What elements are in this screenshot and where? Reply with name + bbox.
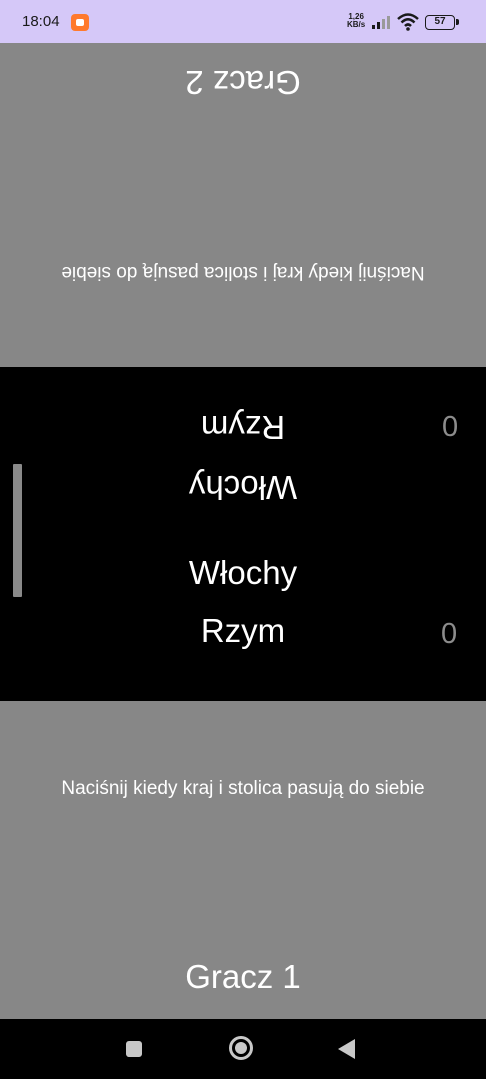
wifi-icon [397,13,419,31]
player2-name: Gracz 2 [185,64,301,101]
status-bar: 18:04 1,26 KB/s 57 [0,0,486,43]
recents-icon[interactable] [126,1041,142,1057]
player1-name: Gracz 1 [185,958,301,995]
home-icon[interactable] [229,1036,253,1060]
player2-hint: Naciśnij kiedy kraj i stolica pasują do … [61,262,425,283]
status-time: 18:04 [22,13,60,30]
player1-hint: Naciśnij kiedy kraj i stolica pasują do … [61,778,425,799]
game-board: 0 Rzym Włochy Włochy Rzym 0 [0,367,486,701]
country-label: Włochy [188,554,298,591]
screen-record-icon [71,14,89,31]
battery-icon: 57 [425,15,459,30]
battery-level: 57 [434,16,446,27]
network-speed: 1,26 KB/s [347,13,365,29]
country-label-flipped: Włochy [188,469,298,506]
navigation-bar [0,1019,486,1079]
player1-score: 0 [441,618,458,650]
capital-label-flipped: Rzym [200,409,286,446]
player1-button[interactable]: Naciśnij kiedy kraj i stolica pasują do … [0,701,486,1019]
back-icon[interactable] [338,1039,355,1059]
signal-icon [372,16,390,29]
capital-label: Rzym [200,612,286,649]
player2-button[interactable]: Gracz 2 Naciśnij kiedy kraj i stolica pa… [0,43,486,367]
network-speed-unit: KB/s [347,20,366,29]
